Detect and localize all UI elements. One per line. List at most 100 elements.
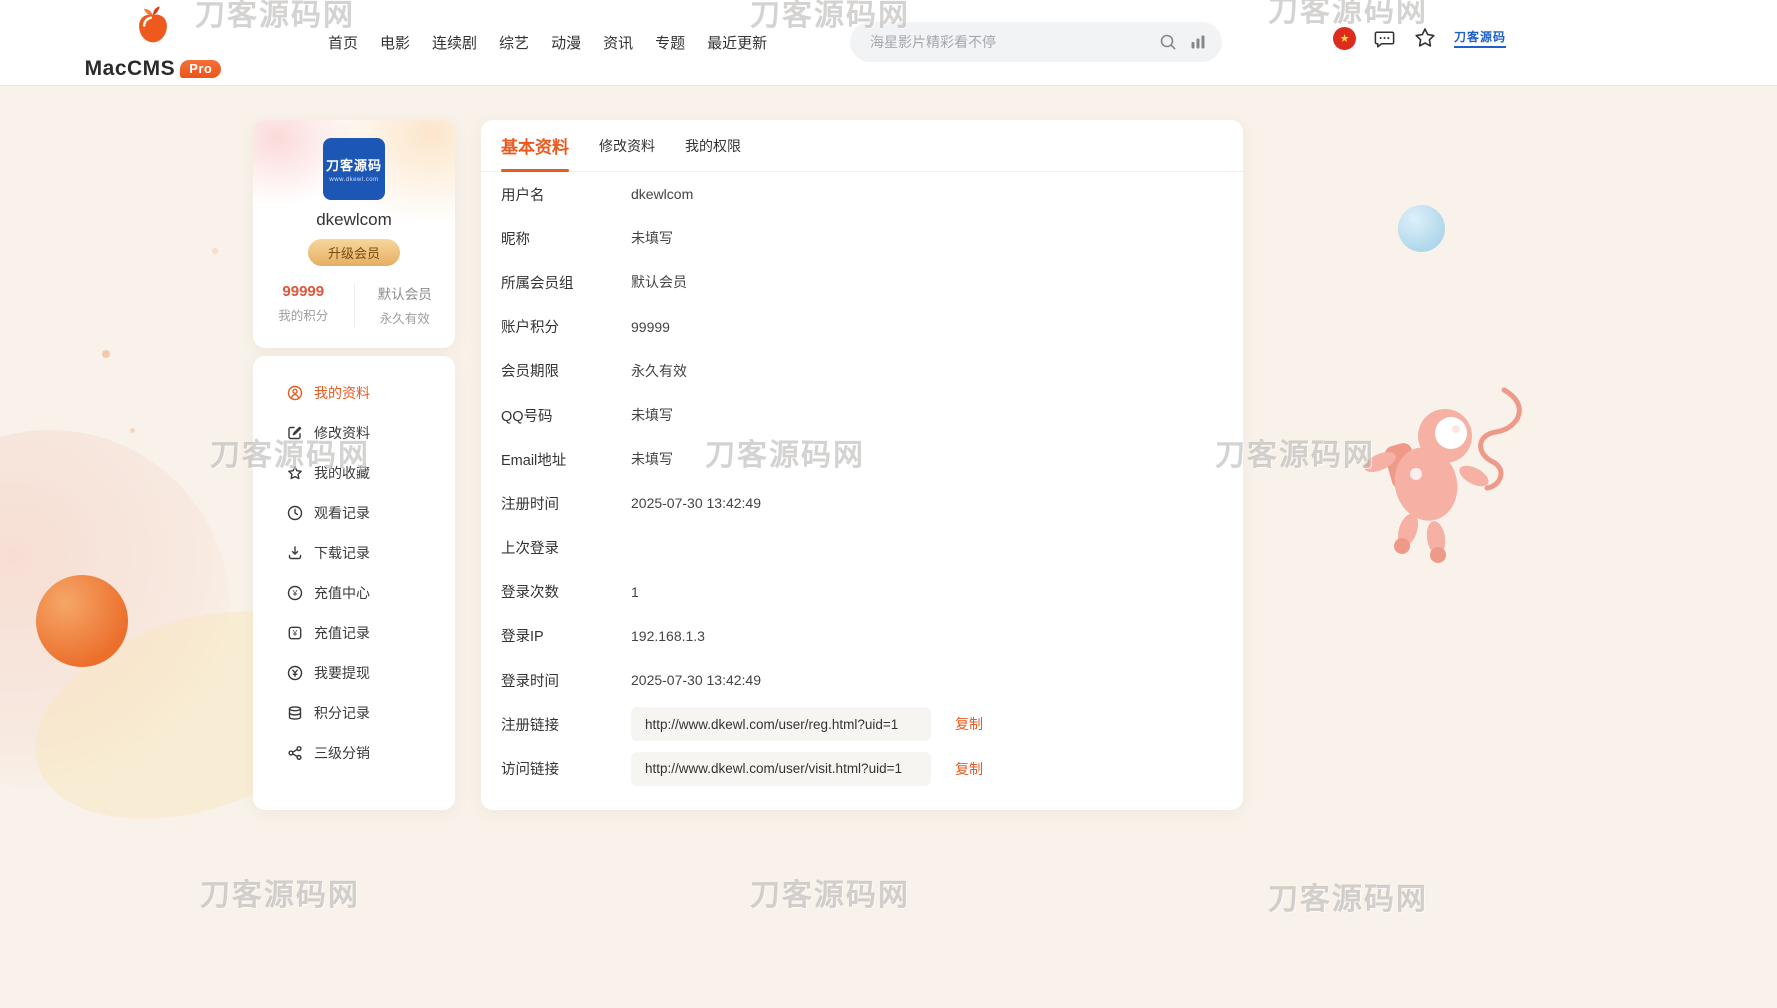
nav-item-series[interactable]: 连续剧 <box>432 32 477 53</box>
field-row-login-count: 登录次数1 <box>501 570 1243 614</box>
orange-planet-decoration <box>36 575 128 667</box>
field-label: 用户名 <box>501 184 631 205</box>
sidebar-item-label: 我的收藏 <box>314 463 370 483</box>
download-icon <box>287 545 303 561</box>
field-row-nickname: 昵称未填写 <box>501 216 1243 260</box>
money-record-icon: ¥ <box>287 625 303 641</box>
sidebar-item-recharge-center[interactable]: ¥ 充值中心 <box>253 573 455 613</box>
visit-link-input[interactable] <box>631 752 931 786</box>
svg-text:¥: ¥ <box>292 588 298 598</box>
share-icon <box>287 745 303 761</box>
field-label: 上次登录 <box>501 537 631 558</box>
clock-icon <box>287 505 303 521</box>
header: MacCMS Pro 首页 电影 连续剧 综艺 动漫 资讯 专题 最近更新 <box>0 0 1777 85</box>
profile-detail-card: 基本资料 修改资料 我的权限 用户名dkewlcom 昵称未填写 所属会员组默认… <box>481 120 1243 810</box>
sidebar-item-edit-profile[interactable]: 修改资料 <box>253 413 455 453</box>
star-icon <box>287 465 303 481</box>
svg-text:¥: ¥ <box>292 629 298 638</box>
header-right-icons: ★ 刀客源码 <box>1333 26 1506 50</box>
search-input[interactable] <box>854 34 1159 50</box>
field-value: 默认会员 <box>631 272 687 292</box>
brand-name: MacCMS <box>85 57 176 81</box>
edit-icon <box>287 425 303 441</box>
sidebar-item-points-records[interactable]: 积分记录 <box>253 693 455 733</box>
nav-item-home[interactable]: 首页 <box>328 32 358 53</box>
points-stat: 99999 我的积分 <box>253 283 354 327</box>
copy-register-link[interactable]: 复制 <box>955 714 983 734</box>
sidebar-item-label: 下载记录 <box>314 543 370 563</box>
avatar-text: 刀客源码 <box>326 155 382 174</box>
nav-item-variety[interactable]: 综艺 <box>499 32 529 53</box>
dot-decoration <box>130 428 135 433</box>
search-icon[interactable] <box>1159 33 1177 51</box>
astronaut-illustration <box>1352 378 1537 583</box>
field-row-login-time: 登录时间2025-07-30 13:42:49 <box>501 658 1243 702</box>
register-link-input[interactable] <box>631 707 931 741</box>
sidebar-item-recharge-records[interactable]: ¥ 充值记录 <box>253 613 455 653</box>
field-value: 192.168.1.3 <box>631 628 705 644</box>
avatar: 刀客源码 www.dkewl.com <box>323 138 385 200</box>
ranking-bars-icon[interactable] <box>1190 34 1206 50</box>
sidebar-item-withdraw[interactable]: 我要提现 <box>253 653 455 693</box>
sidebar-item-label: 积分记录 <box>314 703 370 723</box>
field-row-login-ip: 登录IP192.168.1.3 <box>501 614 1243 658</box>
field-row-register-time: 注册时间2025-07-30 13:42:49 <box>501 481 1243 525</box>
blue-ball-decoration <box>1398 205 1445 252</box>
field-value: 未填写 <box>631 449 673 469</box>
field-label: Email地址 <box>501 449 631 470</box>
search-bar <box>850 22 1222 62</box>
copy-visit-link[interactable]: 复制 <box>955 759 983 779</box>
field-rows: 用户名dkewlcom 昵称未填写 所属会员组默认会员 账户积分99999 会员… <box>481 172 1243 791</box>
field-row-qq: QQ号码未填写 <box>501 393 1243 437</box>
nav-item-anime[interactable]: 动漫 <box>551 32 581 53</box>
field-row-username: 用户名dkewlcom <box>501 172 1243 216</box>
sidebar-item-label: 修改资料 <box>314 423 370 443</box>
favorite-star-icon[interactable] <box>1413 26 1437 50</box>
message-icon[interactable] <box>1373 27 1396 50</box>
field-value: 2025-07-30 13:42:49 <box>631 495 761 511</box>
field-label: 所属会员组 <box>501 272 631 293</box>
username: dkewlcom <box>253 210 455 230</box>
sidebar-menu: 我的资料 修改资料 我的收藏 观看记录 下载记录 ¥ 充值中心 ¥ 充值记录 我… <box>253 356 455 810</box>
site-logo[interactable]: MacCMS Pro <box>86 3 220 81</box>
nav-item-recent[interactable]: 最近更新 <box>707 32 767 53</box>
field-label: 账户积分 <box>501 316 631 337</box>
field-value: 99999 <box>631 319 670 335</box>
sidebar-item-label: 我的资料 <box>314 383 370 403</box>
profile-stats: 99999 我的积分 默认会员 永久有效 <box>253 283 455 327</box>
group-label: 永久有效 <box>355 308 456 327</box>
tab-my-permissions[interactable]: 我的权限 <box>685 120 741 171</box>
field-row-register-link: 注册链接 复制 <box>501 702 1243 746</box>
upgrade-member-button[interactable]: 升级会员 <box>308 239 400 266</box>
points-value: 99999 <box>253 283 354 300</box>
dot-decoration <box>212 248 218 254</box>
tab-edit-info[interactable]: 修改资料 <box>599 120 655 171</box>
sidebar-item-watch-history[interactable]: 观看记录 <box>253 493 455 533</box>
withdraw-icon <box>287 665 303 681</box>
sidebar-item-distribution[interactable]: 三级分销 <box>253 733 455 773</box>
sidebar-item-label: 观看记录 <box>314 503 370 523</box>
field-label: 昵称 <box>501 228 631 249</box>
user-circle-icon <box>287 385 303 401</box>
flag-icon[interactable]: ★ <box>1333 27 1356 50</box>
watermark-text: 刀客源码网 <box>750 870 910 914</box>
sidebar-item-downloads[interactable]: 下载记录 <box>253 533 455 573</box>
field-value: 未填写 <box>631 228 673 248</box>
pink-circle-decoration <box>0 430 230 790</box>
avatar-subtext: www.dkewl.com <box>329 177 378 183</box>
sidebar-item-label: 充值中心 <box>314 583 370 603</box>
page: 刀客源码网 刀客源码网 刀客源码网 刀客源码网 刀客源码网 刀客源码网 刀客源码… <box>0 0 1777 1008</box>
watermark-text: 刀客源码网 <box>1268 874 1428 918</box>
nav-item-topics[interactable]: 专题 <box>655 32 685 53</box>
sidebar-item-my-profile[interactable]: 我的资料 <box>253 373 455 413</box>
field-row-last-login: 上次登录 <box>501 526 1243 570</box>
tab-basic-info[interactable]: 基本资料 <box>501 120 569 171</box>
field-label: 注册链接 <box>501 714 631 735</box>
field-row-visit-link: 访问链接 复制 <box>501 746 1243 790</box>
sidebar-item-favorites[interactable]: 我的收藏 <box>253 453 455 493</box>
corner-site-logo[interactable]: 刀客源码 <box>1454 28 1506 48</box>
nav-item-movies[interactable]: 电影 <box>380 32 410 53</box>
field-label: 会员期限 <box>501 360 631 381</box>
nav-item-news[interactable]: 资讯 <box>603 32 633 53</box>
tab-bar: 基本资料 修改资料 我的权限 <box>481 120 1243 172</box>
